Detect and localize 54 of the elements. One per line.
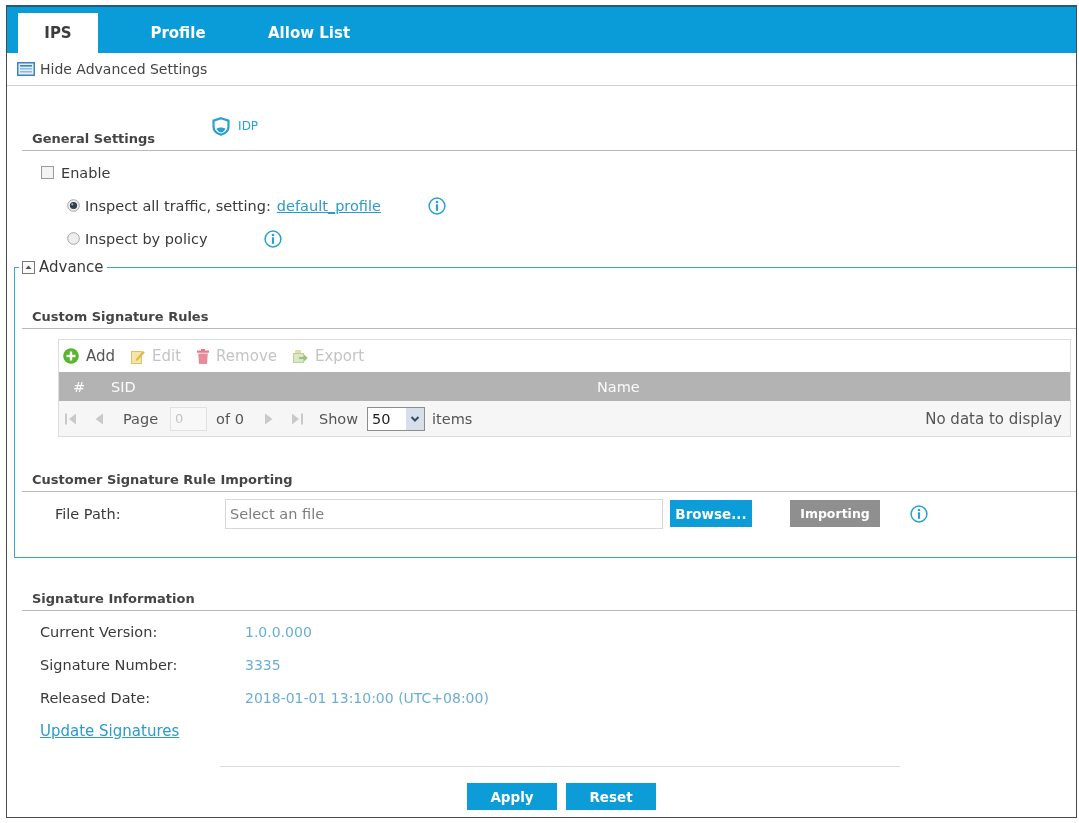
info-icon[interactable] xyxy=(427,196,446,215)
field-value: 2018-01-01 13:10:00 (UTC+08:00) xyxy=(245,689,489,706)
show-label: Show xyxy=(318,410,359,427)
update-signatures-link[interactable]: Update Signatures xyxy=(40,721,180,740)
default-profile-link[interactable]: default_profile xyxy=(276,197,381,214)
export-icon xyxy=(293,349,308,363)
first-page-icon[interactable] xyxy=(65,412,77,425)
file-path-label: File Path: xyxy=(55,505,122,522)
shield-icon xyxy=(212,117,231,136)
next-page-icon[interactable] xyxy=(264,412,273,425)
pencil-icon xyxy=(131,348,146,364)
caret-icon xyxy=(406,407,425,430)
tab[interactable]: Profile xyxy=(138,13,218,53)
field-value: 3335 xyxy=(245,656,281,673)
hide-advanced-settings-link[interactable]: Hide Advanced Settings xyxy=(40,61,208,77)
field-label: Released Date: xyxy=(40,689,151,706)
info-icon[interactable] xyxy=(910,504,928,523)
tab[interactable]: IPS xyxy=(18,13,98,53)
section-heading: Customer Signature Rule Importing xyxy=(32,472,293,487)
previous-page-icon[interactable] xyxy=(95,412,103,425)
section-heading: Signature Information xyxy=(32,591,195,606)
trash-icon xyxy=(197,348,210,364)
field-value: 1.0.0.000 xyxy=(245,623,312,640)
advance-legend: Advance xyxy=(39,258,104,276)
enable-label: Enable xyxy=(61,164,111,181)
column-header: Name xyxy=(597,378,641,395)
tab[interactable]: Allow List xyxy=(258,13,361,53)
radio-label: Inspect all traffic, setting: xyxy=(85,197,271,214)
column-header: # xyxy=(72,378,87,395)
action-button[interactable]: Reset xyxy=(566,783,656,810)
last-page-icon[interactable] xyxy=(290,412,303,425)
per-page-select[interactable]: 50 xyxy=(367,406,426,431)
section-heading: General Settings xyxy=(32,131,156,146)
radio-button[interactable] xyxy=(67,232,80,245)
radio-label: Inspect by policy xyxy=(85,230,208,247)
section-heading: Custom Signature Rules xyxy=(32,309,209,324)
page-label: Page xyxy=(123,410,159,427)
list-icon[interactable] xyxy=(17,62,35,76)
field-label: Signature Number: xyxy=(40,656,179,673)
plus-icon xyxy=(63,348,79,364)
items-label: items xyxy=(432,410,473,427)
field-label: Current Version: xyxy=(40,623,159,640)
info-icon[interactable] xyxy=(263,229,282,248)
file-path-field[interactable]: Select an file xyxy=(225,498,663,529)
column-header: SID xyxy=(110,378,137,395)
browse-button[interactable]: Browse... xyxy=(670,500,752,527)
enable-checkbox[interactable] xyxy=(41,166,54,179)
empty-message: No data to display xyxy=(925,409,1062,428)
idp-label: IDP xyxy=(238,119,259,133)
action-button[interactable]: Apply xyxy=(467,783,557,810)
radio-button[interactable] xyxy=(67,199,80,212)
collapse-icon[interactable] xyxy=(22,260,35,274)
page-count: of 0 xyxy=(216,410,244,427)
add-button[interactable]: Add xyxy=(63,347,116,365)
